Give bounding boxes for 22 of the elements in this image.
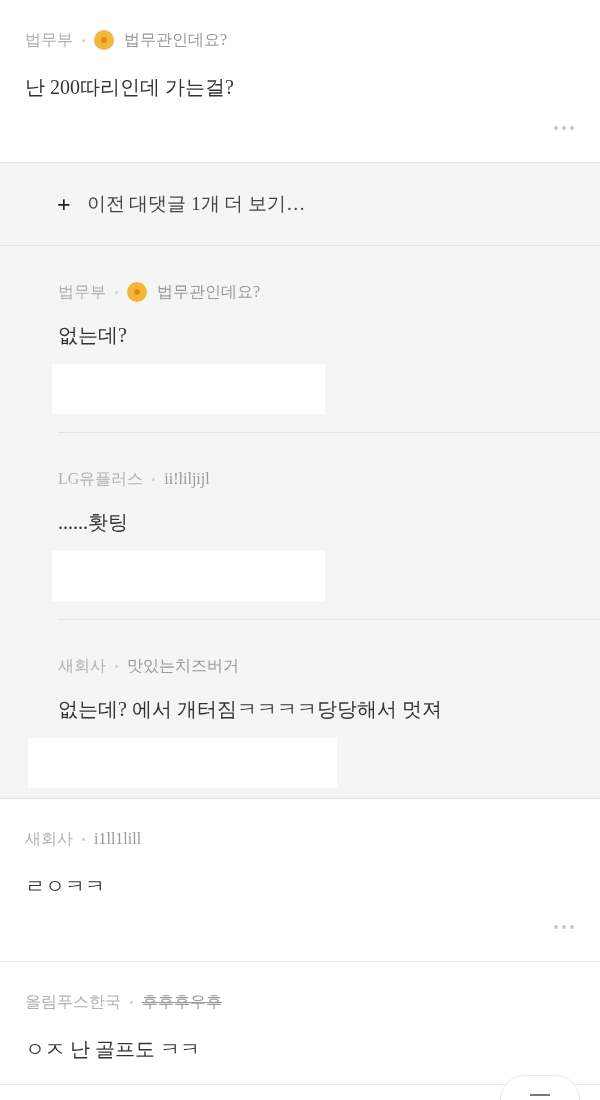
company-name: 올림푸스한국 (25, 992, 121, 1012)
plus-icon: + (57, 186, 71, 222)
comment-text: ㅇㅈ 난 골프도 ㅋㅋ (25, 1037, 201, 1062)
nickname: 후후후우후 (142, 992, 222, 1012)
comment-text: 난 200따리인데 가는걸? (25, 75, 235, 100)
reply-text: 없는데? (58, 323, 128, 348)
company-name: 새회사 (25, 829, 73, 849)
company-name: 법무부 (58, 282, 106, 302)
more-options-icon[interactable] (552, 923, 576, 931)
nickname: 법무관인데요? (157, 282, 261, 302)
nickname: i1ll1lill (94, 829, 142, 849)
nickname: ii!liljijl (164, 469, 210, 490)
reply-text: 없는데? 에서 개터짐ㅋㅋㅋㅋ당당해서 멋져 (58, 697, 443, 722)
company-name: 새회사 (58, 656, 106, 676)
reply-text: ......홧팅 (58, 510, 129, 535)
more-replies-link[interactable]: + 이전 대댓글 1개 더 보기… (57, 186, 306, 222)
nickname: 법무관인데요? (124, 30, 228, 50)
more-options-icon[interactable] (552, 124, 576, 132)
nickname: 맛있는치즈버거 (127, 656, 239, 676)
company-name: LG유플러스 (58, 469, 144, 489)
company-name: 법무부 (25, 30, 73, 50)
comment-text: ㄹㅇㅋㅋ (25, 874, 106, 899)
